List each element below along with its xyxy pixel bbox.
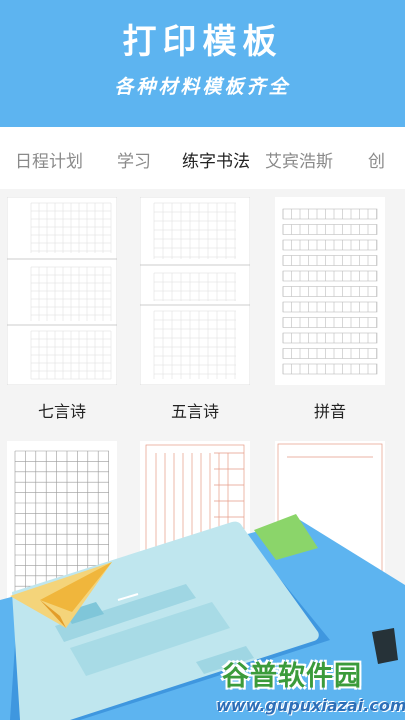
- promo-illustration: [0, 514, 405, 720]
- watermark-name: 谷普软件园: [222, 661, 362, 692]
- watermark: 谷普软件园 www.gupuxiazai.com: [212, 654, 405, 720]
- watermark-url: www.gupuxiazai.com: [216, 696, 405, 715]
